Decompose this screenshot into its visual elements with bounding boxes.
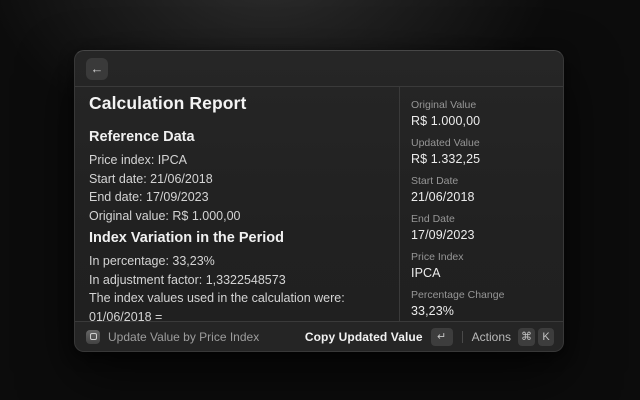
meta-value: 33,23% xyxy=(411,303,553,319)
footer-divider xyxy=(462,331,463,343)
actions-label: Actions xyxy=(472,330,511,344)
price-index-extension-icon xyxy=(86,330,100,344)
meta-updated-value: Updated Value R$ 1.332,25 xyxy=(411,137,553,167)
report-paragraph-index-values: The index values used in the calculation… xyxy=(89,289,387,321)
copy-updated-value-label: Copy Updated Value xyxy=(305,330,423,344)
meta-value: IPCA xyxy=(411,265,553,281)
command-key-icon: ⌘ xyxy=(518,328,535,346)
copy-updated-value-button[interactable]: Copy Updated Value ↵ xyxy=(305,328,453,346)
meta-price-index: Price Index IPCA xyxy=(411,251,553,281)
report-line-price-index: Price index: IPCA xyxy=(89,151,387,170)
metadata-sidebar: Original Value R$ 1.000,00 Updated Value… xyxy=(400,87,563,321)
back-button[interactable]: ← xyxy=(86,58,108,80)
raycast-window: ← Calculation Report Reference Data Pric… xyxy=(74,50,564,352)
command-title: Update Value by Price Index xyxy=(108,330,259,344)
meta-label: Percentage Change xyxy=(411,289,553,301)
meta-end-date: End Date 17/09/2023 xyxy=(411,213,553,243)
meta-label: Updated Value xyxy=(411,137,553,149)
report-line-end-date: End date: 17/09/2023 xyxy=(89,188,387,207)
meta-value: 17/09/2023 xyxy=(411,227,553,243)
page-title: Calculation Report xyxy=(89,92,387,114)
meta-value: R$ 1.000,00 xyxy=(411,113,553,129)
window-body: Calculation Report Reference Data Price … xyxy=(75,87,563,321)
meta-value: 21/06/2018 xyxy=(411,189,553,205)
meta-value: R$ 1.332,25 xyxy=(411,151,553,167)
action-bar: Update Value by Price Index Copy Updated… xyxy=(75,321,563,351)
report-content[interactable]: Calculation Report Reference Data Price … xyxy=(75,87,399,321)
meta-label: Price Index xyxy=(411,251,553,263)
window-header: ← xyxy=(75,51,563,87)
section-heading-reference-data: Reference Data xyxy=(89,128,387,147)
return-key-icon: ↵ xyxy=(431,328,453,346)
back-arrow-icon: ← xyxy=(91,58,104,80)
report-line-adjustment-factor: In adjustment factor: 1,3322548573 xyxy=(89,271,387,290)
meta-original-value: Original Value R$ 1.000,00 xyxy=(411,99,553,129)
report-line-original-value: Original value: R$ 1.000,00 xyxy=(89,207,387,226)
meta-start-date: Start Date 21/06/2018 xyxy=(411,175,553,205)
meta-percentage-change: Percentage Change 33,23% xyxy=(411,289,553,319)
meta-label: Start Date xyxy=(411,175,553,187)
section-heading-index-variation: Index Variation in the Period xyxy=(89,229,387,248)
meta-label: Original Value xyxy=(411,99,553,111)
report-line-percentage: In percentage: 33,23% xyxy=(89,252,387,271)
report-line-start-date: Start date: 21/06/2018 xyxy=(89,170,387,189)
meta-label: End Date xyxy=(411,213,553,225)
k-key-icon: K xyxy=(538,328,554,346)
actions-menu-button[interactable]: Actions ⌘ K xyxy=(472,328,554,346)
